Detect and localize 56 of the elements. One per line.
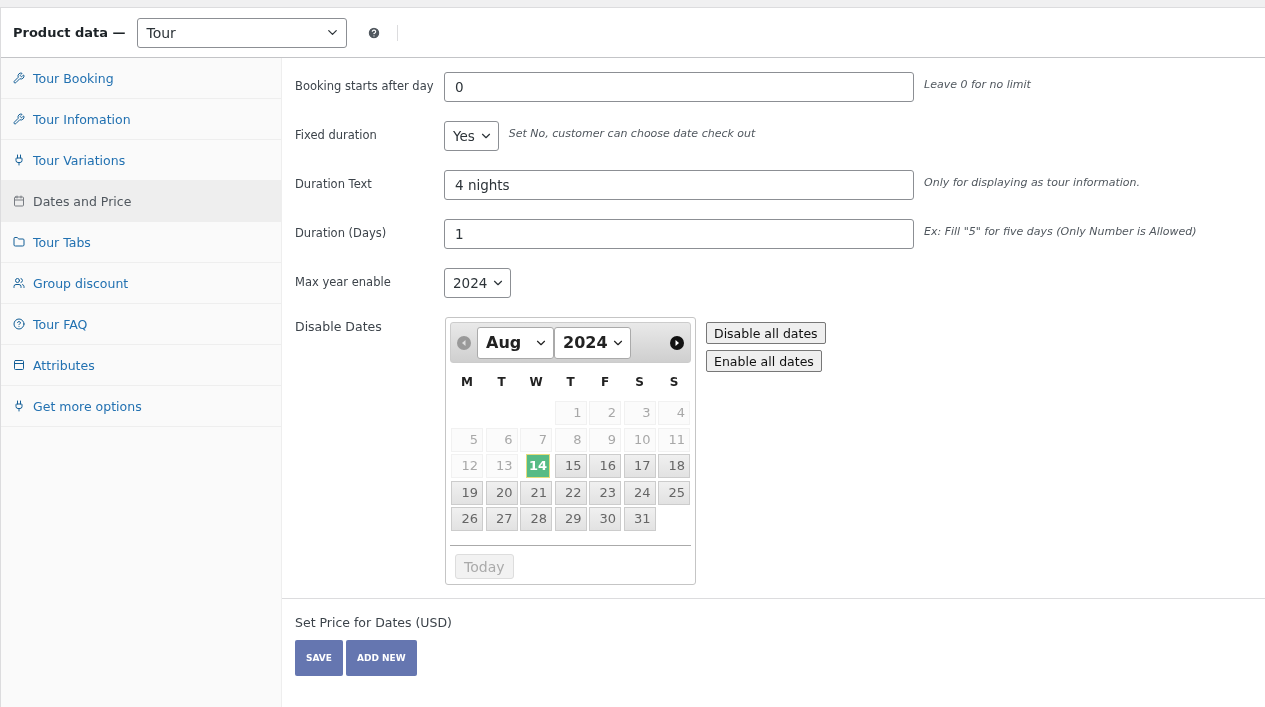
calendar-day[interactable]: 31 — [623, 507, 656, 531]
sidebar-tab[interactable]: Get more options — [1, 386, 281, 427]
field-label: Max year enable — [295, 274, 392, 289]
calendar-day[interactable]: 21 — [520, 480, 552, 505]
panel-title: Product data — — [13, 25, 126, 40]
calendar-day[interactable]: 29 — [554, 507, 587, 531]
sidebar-tab[interactable]: Attributes — [1, 345, 281, 386]
action-button[interactable]: SAVE — [295, 640, 343, 676]
sidebar-tab[interactable]: Tour Booking — [1, 58, 281, 99]
month-select[interactable]: Aug — [477, 326, 554, 359]
sidebar-tab[interactable]: Group discount — [1, 263, 281, 304]
field-hint: Set No, customer can choose date check out — [508, 126, 756, 140]
field-label: Duration (Days) — [295, 225, 388, 240]
calendar-day[interactable]: 23 — [589, 480, 621, 505]
weekday-label: W — [528, 375, 544, 391]
weekday-label: S — [668, 375, 680, 391]
calendar-day[interactable]: 16 — [589, 454, 621, 478]
input-field[interactable]: 1 — [444, 219, 914, 249]
calendar-day[interactable]: 18 — [658, 454, 690, 478]
weekday-label: M — [460, 375, 474, 391]
weekday-label: S — [634, 375, 645, 391]
weekday-label: F — [599, 375, 611, 391]
field-hint: Only for displaying as tour information. — [924, 175, 1141, 189]
calendar-day[interactable]: 30 — [589, 507, 621, 531]
dropdown[interactable]: Yes — [444, 121, 499, 151]
sidebar-tab[interactable]: Tour FAQ — [1, 304, 281, 345]
section-title: Set Price for Dates (USD) — [295, 615, 453, 630]
product-type-select[interactable]: Tour — [137, 17, 348, 48]
calendar-day[interactable]: 22 — [554, 480, 587, 505]
calendar-day[interactable]: 27 — [485, 507, 518, 531]
input-field[interactable]: 0 — [444, 72, 914, 102]
calendar-day[interactable]: 15 — [554, 454, 587, 478]
weekday-label: T — [496, 375, 507, 391]
field-label: Duration Text — [295, 176, 373, 191]
calendar-day[interactable]: 26 — [451, 507, 483, 531]
sidebar-tab[interactable]: Tour Infomation — [1, 99, 281, 140]
field-label: Disable Dates — [295, 318, 383, 334]
field-label: Booking starts after day — [295, 78, 435, 93]
calendar-day[interactable]: 28 — [520, 507, 552, 531]
calendar-day[interactable]: 19 — [451, 480, 483, 505]
field-hint: Ex: Fill "5" for five days (Only Number is Allowed) — [924, 224, 1197, 238]
year-select[interactable]: 2024 — [554, 326, 631, 359]
calendar-day[interactable]: 20 — [485, 480, 518, 505]
input-field[interactable]: 4 nights — [444, 170, 914, 200]
field-hint: Leave 0 for no limit — [924, 77, 1031, 91]
sidebar-tab[interactable]: Dates and Price — [1, 181, 281, 222]
dropdown[interactable]: 2024 — [444, 268, 512, 298]
action-button[interactable]: ADD NEW — [345, 640, 417, 676]
weekday-label: T — [565, 375, 576, 391]
sidebar-tab[interactable]: Tour Tabs — [1, 222, 281, 263]
dates-button[interactable]: Enable all dates — [706, 350, 822, 372]
dates-button[interactable]: Disable all dates — [706, 322, 826, 344]
calendar-day[interactable]: 25 — [658, 480, 690, 505]
calendar-day[interactable]: 24 — [623, 480, 656, 505]
field-label: Fixed duration — [295, 127, 378, 142]
calendar-day[interactable]: 17 — [623, 454, 656, 478]
